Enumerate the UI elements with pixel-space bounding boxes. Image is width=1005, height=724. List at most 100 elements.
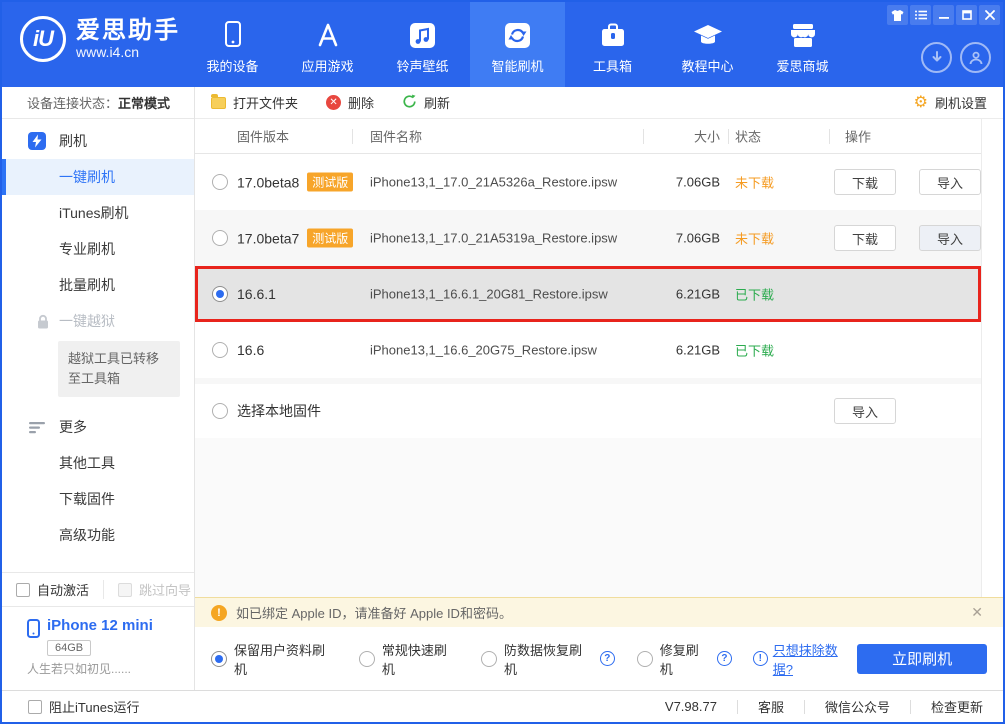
sidebar-item-itunes-flash[interactable]: iTunes刷机: [2, 195, 194, 231]
flash-phone-icon: [28, 132, 46, 150]
status-bar: 阻止iTunes运行 V7.98.77 客服 微信公众号 检查更新: [2, 690, 1003, 722]
firmware-status: 已下载: [735, 343, 775, 359]
download-center-icon[interactable]: [921, 42, 952, 73]
minimize-button[interactable]: [933, 5, 954, 25]
check-update-link[interactable]: 检查更新: [931, 697, 983, 716]
flash-mode-normal[interactable]: 常规快速刷机: [358, 640, 459, 678]
sidebar-item-download-firmware[interactable]: 下载固件: [2, 481, 194, 517]
firmware-row[interactable]: 17.0beta7 测试版 iPhone13,1_17.0_21A5319a_R…: [195, 210, 981, 266]
block-itunes-option[interactable]: 阻止iTunes运行: [28, 697, 140, 716]
download-firmware-button[interactable]: 下载: [834, 169, 896, 195]
nav-ringtones[interactable]: 铃声壁纸: [375, 2, 470, 87]
firmware-status: 已下载: [735, 287, 775, 303]
firmware-row[interactable]: 16.6 iPhone13,1_16.6_20G75_Restore.ipsw …: [195, 322, 981, 378]
user-account-icon[interactable]: [960, 42, 991, 73]
device-capacity-badge: 64GB: [47, 640, 92, 656]
sidebar-item-batch-flash[interactable]: 批量刷机: [2, 267, 194, 303]
wechat-official-link[interactable]: 微信公众号: [825, 697, 890, 716]
help-icon[interactable]: ?: [599, 651, 615, 666]
local-firmware-radio[interactable]: [212, 403, 228, 419]
delete-button[interactable]: ✕ 删除: [326, 93, 374, 112]
sidebar-item-label: 批量刷机: [59, 277, 115, 293]
flash-mode-radio[interactable]: [358, 650, 375, 667]
open-folder-button[interactable]: 打开文件夹: [211, 93, 298, 112]
import-local-firmware-button[interactable]: 导入: [834, 398, 896, 424]
nav-label: 我的设备: [206, 58, 259, 74]
sidebar-item-other-tools[interactable]: 其他工具: [2, 445, 194, 481]
sidebar-item-label: 专业刷机: [59, 241, 115, 257]
nav-app-games[interactable]: 应用游戏: [280, 2, 375, 87]
checkbox-label: 阻止iTunes运行: [49, 700, 140, 715]
download-firmware-button[interactable]: 下载: [834, 225, 896, 251]
nav-store[interactable]: 爱思商城: [755, 2, 850, 87]
flash-mode-repair[interactable]: 修复刷机 ?: [636, 640, 732, 678]
sidebar-section-flash[interactable]: 刷机: [2, 123, 194, 159]
firmware-toolbar: 打开文件夹 ✕ 删除 刷新 ⚙ 刷机设置: [195, 87, 1003, 119]
app-logo: iU 爱思助手 www.i4.cn: [20, 16, 180, 62]
sidebar-item-advanced-features[interactable]: 高级功能: [2, 517, 194, 553]
main-nav: 我的设备 应用游戏 铃声壁纸 智能刷机 工具箱 教程中心 爱思商城: [185, 2, 850, 87]
logo-icon: iU: [20, 16, 66, 62]
col-status: 状态: [735, 129, 762, 145]
sidebar-item-pro-flash[interactable]: 专业刷机: [2, 231, 194, 267]
flash-now-button[interactable]: 立即刷机: [857, 643, 987, 674]
firmware-status: 未下载: [735, 231, 775, 247]
more-bars-icon: [28, 420, 46, 434]
firmware-radio[interactable]: [212, 230, 228, 246]
device-signature: 人生若只如初见......: [27, 662, 132, 676]
refresh-icon: [402, 94, 417, 112]
scrollbar-track[interactable]: [981, 119, 1003, 597]
radio-label: 防数据恢复刷机: [503, 642, 582, 677]
sidebar-section-more[interactable]: 更多: [2, 409, 194, 445]
status-label: 设备连接状态：: [27, 96, 119, 111]
radio-label: 保留用户资料刷机: [234, 642, 326, 677]
import-firmware-button[interactable]: 导入: [919, 169, 981, 195]
sidebar-item-one-click-flash[interactable]: 一键刷机: [2, 159, 194, 195]
flash-mode-radio[interactable]: [480, 650, 497, 667]
nav-label: 铃声壁纸: [396, 58, 449, 74]
auto-activate-option[interactable]: 自动激活: [16, 580, 89, 599]
menu-list-button[interactable]: [910, 5, 931, 25]
header-quick-actions: [921, 42, 991, 73]
warning-icon: !: [211, 604, 227, 621]
firmware-radio[interactable]: [212, 286, 228, 302]
apple-id-notice: ! 如已绑定 Apple ID，请准备好 Apple ID和密码。 ✕: [195, 597, 1003, 627]
nav-label: 教程中心: [681, 58, 734, 74]
firmware-radio[interactable]: [212, 174, 228, 190]
nav-my-device[interactable]: 我的设备: [185, 2, 280, 87]
block-itunes-checkbox[interactable]: [28, 699, 42, 714]
nav-smart-flash[interactable]: 智能刷机: [470, 2, 565, 87]
flash-mode-anti-recovery[interactable]: 防数据恢复刷机 ?: [480, 640, 615, 678]
customer-service-link[interactable]: 客服: [758, 697, 784, 716]
firmware-radio[interactable]: [212, 342, 228, 358]
local-firmware-row[interactable]: 选择本地固件 导入: [195, 384, 981, 438]
toolbar-label: 打开文件夹: [233, 96, 299, 111]
sidebar-item-label: iTunes刷机: [59, 205, 129, 221]
flash-mode-radio[interactable]: [636, 650, 653, 667]
nav-toolbox[interactable]: 工具箱: [565, 2, 660, 87]
checkbox-label: 自动激活: [37, 583, 90, 598]
firmware-row-selected[interactable]: 16.6.1 iPhone13,1_16.6.1_20G81_Restore.i…: [195, 266, 981, 322]
close-button[interactable]: [979, 5, 1000, 25]
nav-label: 工具箱: [592, 58, 632, 74]
refresh-button[interactable]: 刷新: [402, 93, 450, 112]
radio-label: 常规快速刷机: [381, 642, 447, 677]
skin-theme-button[interactable]: [887, 5, 908, 25]
toolbar-label: 刷机设置: [934, 96, 987, 111]
nav-tutorials[interactable]: 教程中心: [660, 2, 755, 87]
erase-data-link[interactable]: 只想抹除数据?: [773, 640, 857, 678]
app-version: V7.98.77: [664, 699, 717, 714]
status-value: 正常模式: [118, 96, 171, 111]
flash-mode-radio[interactable]: [211, 650, 227, 667]
import-firmware-button[interactable]: 导入: [919, 225, 981, 251]
help-icon[interactable]: ?: [717, 651, 732, 666]
notice-close-icon[interactable]: ✕: [971, 604, 983, 621]
auto-activate-checkbox[interactable]: [16, 582, 30, 597]
maximize-button[interactable]: [956, 5, 977, 25]
sidebar-menu: 刷机 一键刷机 iTunes刷机 专业刷机 批量刷机 一键越狱 越狱工具已转移至…: [2, 119, 194, 572]
firmware-row[interactable]: 17.0beta8 测试版 iPhone13,1_17.0_21A5326a_R…: [195, 154, 981, 210]
app-window: iU 爱思助手 www.i4.cn 我的设备 应用游戏 铃声壁纸 智能刷机 工具…: [0, 0, 1005, 724]
flash-mode-keep-data[interactable]: 保留用户资料刷机: [211, 640, 337, 678]
device-phone-icon: [27, 619, 40, 643]
flash-settings-button[interactable]: ⚙ 刷机设置: [914, 93, 987, 112]
